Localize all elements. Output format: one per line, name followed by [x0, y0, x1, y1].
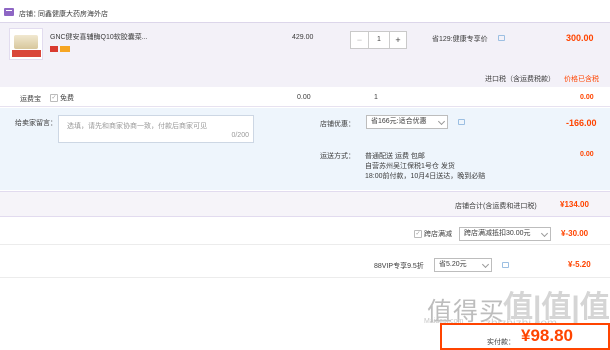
- shop-total-label: 店铺合计(含运费和进口税): [455, 203, 537, 210]
- chevron-down-icon: [481, 260, 490, 269]
- shipping-insurance-qty: 1: [374, 94, 378, 101]
- message-label: 给卖家留言：: [15, 120, 57, 127]
- shipping-insurance-total: 0.00: [580, 94, 594, 101]
- info-icon[interactable]: [498, 35, 505, 41]
- item-subtotal: 300.00: [566, 33, 594, 43]
- message-placeholder: 选填，请先和商家协商一致，付款后商家可见: [67, 123, 207, 130]
- product-thumbnail[interactable]: [9, 28, 43, 60]
- quantity-stepper[interactable]: − 1 +: [350, 31, 407, 49]
- divider: [0, 277, 610, 278]
- item-discount-label: 省129:健康专享价: [432, 36, 488, 43]
- info-icon[interactable]: [502, 262, 509, 268]
- global-badge-icon: [60, 46, 70, 52]
- delivery-method: 普通配送 运费 包邮: [365, 153, 425, 160]
- unit-price: 429.00: [292, 34, 314, 41]
- tax-included-label: 价格已含税: [564, 76, 599, 83]
- message-textarea[interactable]: 选填，请先和商家协商一致，付款后商家可见 0/200: [58, 115, 254, 143]
- shop-discount-amount: -166.00: [566, 118, 597, 128]
- import-tax-label: 进口税（含运费税款）: [485, 76, 555, 83]
- payable-amount: ¥98.80: [521, 326, 573, 345]
- shop-total-row: 店铺合计(含运费和进口税) ¥134.00: [0, 191, 610, 217]
- cross-store-amount: ¥-30.00: [561, 229, 589, 238]
- chevron-down-icon: [540, 229, 549, 238]
- shop-discount-label: 店铺优惠：: [320, 121, 355, 128]
- shop-icon: [4, 8, 14, 16]
- quantity-decrease-button[interactable]: −: [351, 32, 369, 48]
- quantity-input[interactable]: 1: [369, 32, 389, 48]
- message-counter: 0/200: [231, 132, 249, 139]
- checkbox-icon[interactable]: ✓: [50, 94, 58, 103]
- payable-label: 实付款：: [487, 339, 515, 346]
- vip-label: 88VIP专享9.5折: [374, 263, 424, 270]
- vip-select[interactable]: 省5.20元: [434, 258, 492, 272]
- shipping-insurance-row: 运费宝 ✓ 免费 0.00 1 0.00: [0, 88, 610, 107]
- shop-label: 店铺：: [19, 11, 40, 18]
- cross-store-select[interactable]: 跨店满减抵扣30.00元: [459, 227, 551, 241]
- chevron-down-icon: [437, 117, 446, 126]
- divider: [0, 244, 610, 245]
- shop-total-amount: ¥134.00: [560, 200, 589, 209]
- shipping-insurance-option[interactable]: ✓ 免费: [50, 93, 74, 103]
- tmall-badge-icon: [50, 46, 58, 52]
- delivery-label: 运送方式：: [320, 153, 355, 160]
- vip-amount: ¥-5.20: [568, 260, 591, 269]
- delivery-origin: 自营苏州吴江保税1号仓 发货: [365, 163, 455, 170]
- delivery-eta: 18:00前付款，10月4日送达，晚到必赔: [365, 173, 486, 180]
- delivery-cost: 0.00: [580, 151, 594, 158]
- order-options-block: 给卖家留言： 选填，请先和商家协商一致，付款后商家可见 0/200 店铺优惠： …: [0, 108, 610, 190]
- product-title[interactable]: GNC健安喜辅酶Q10软胶囊菜...: [50, 32, 148, 42]
- shop-discount-select[interactable]: 省166元:适合优惠: [366, 115, 448, 129]
- shop-name[interactable]: 同鑫健康大药房海外店: [38, 9, 108, 19]
- watermark-logo: 值|值|值: [503, 291, 610, 324]
- shipping-insurance-label: 运费宝: [20, 96, 41, 103]
- quantity-increase-button[interactable]: +: [389, 32, 406, 48]
- order-item-row: GNC健安喜辅酶Q10软胶囊菜... 429.00 − 1 + 省129:健康专…: [0, 22, 610, 87]
- info-icon[interactable]: [458, 119, 465, 125]
- shop-bar: 店铺： 同鑫健康大药房海外店: [0, 0, 610, 22]
- shipping-insurance-price: 0.00: [297, 94, 311, 101]
- checkbox-icon[interactable]: ✓: [414, 230, 422, 239]
- cross-store-option[interactable]: ✓ 跨店满减: [414, 229, 452, 239]
